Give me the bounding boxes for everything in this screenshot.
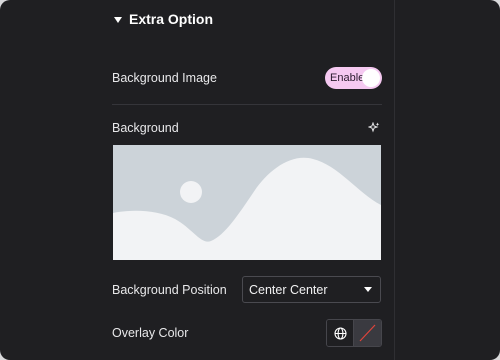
background-position-select[interactable]: Center Center [242, 276, 381, 303]
chevron-down-icon [364, 287, 372, 292]
background-position-value: Center Center [249, 282, 328, 297]
background-position-label: Background Position [112, 282, 227, 297]
globe-icon [333, 326, 347, 340]
image-placeholder-icon [113, 145, 381, 260]
background-row: Background [112, 118, 382, 138]
background-image-row: Background Image Enable [112, 66, 382, 90]
no-color-icon [359, 324, 376, 342]
editor-panel: Extra Option Background Image Enable Bac… [0, 0, 500, 360]
sparkle-icon[interactable] [368, 122, 380, 134]
global-colors-button[interactable] [327, 320, 353, 346]
caret-down-icon [114, 16, 122, 23]
overlay-color-swatch[interactable] [353, 320, 381, 346]
overlay-color-row: Overlay Color [112, 319, 382, 347]
toggle-label: Enable [330, 72, 365, 84]
toggle-knob [362, 69, 380, 87]
section-title: Extra Option [129, 11, 214, 27]
background-image-label: Background Image [112, 71, 217, 85]
background-position-row: Background Position Center Center [112, 276, 382, 303]
background-image-placeholder[interactable] [113, 145, 381, 260]
panel-divider [394, 0, 395, 360]
extra-option-section: Extra Option Background Image Enable Bac… [112, 0, 382, 360]
background-label: Background [112, 121, 179, 135]
section-header[interactable]: Extra Option [112, 9, 213, 29]
section-divider [112, 104, 382, 105]
overlay-color-label: Overlay Color [112, 326, 189, 340]
background-image-toggle[interactable]: Enable [325, 67, 382, 89]
overlay-color-controls [326, 319, 382, 347]
